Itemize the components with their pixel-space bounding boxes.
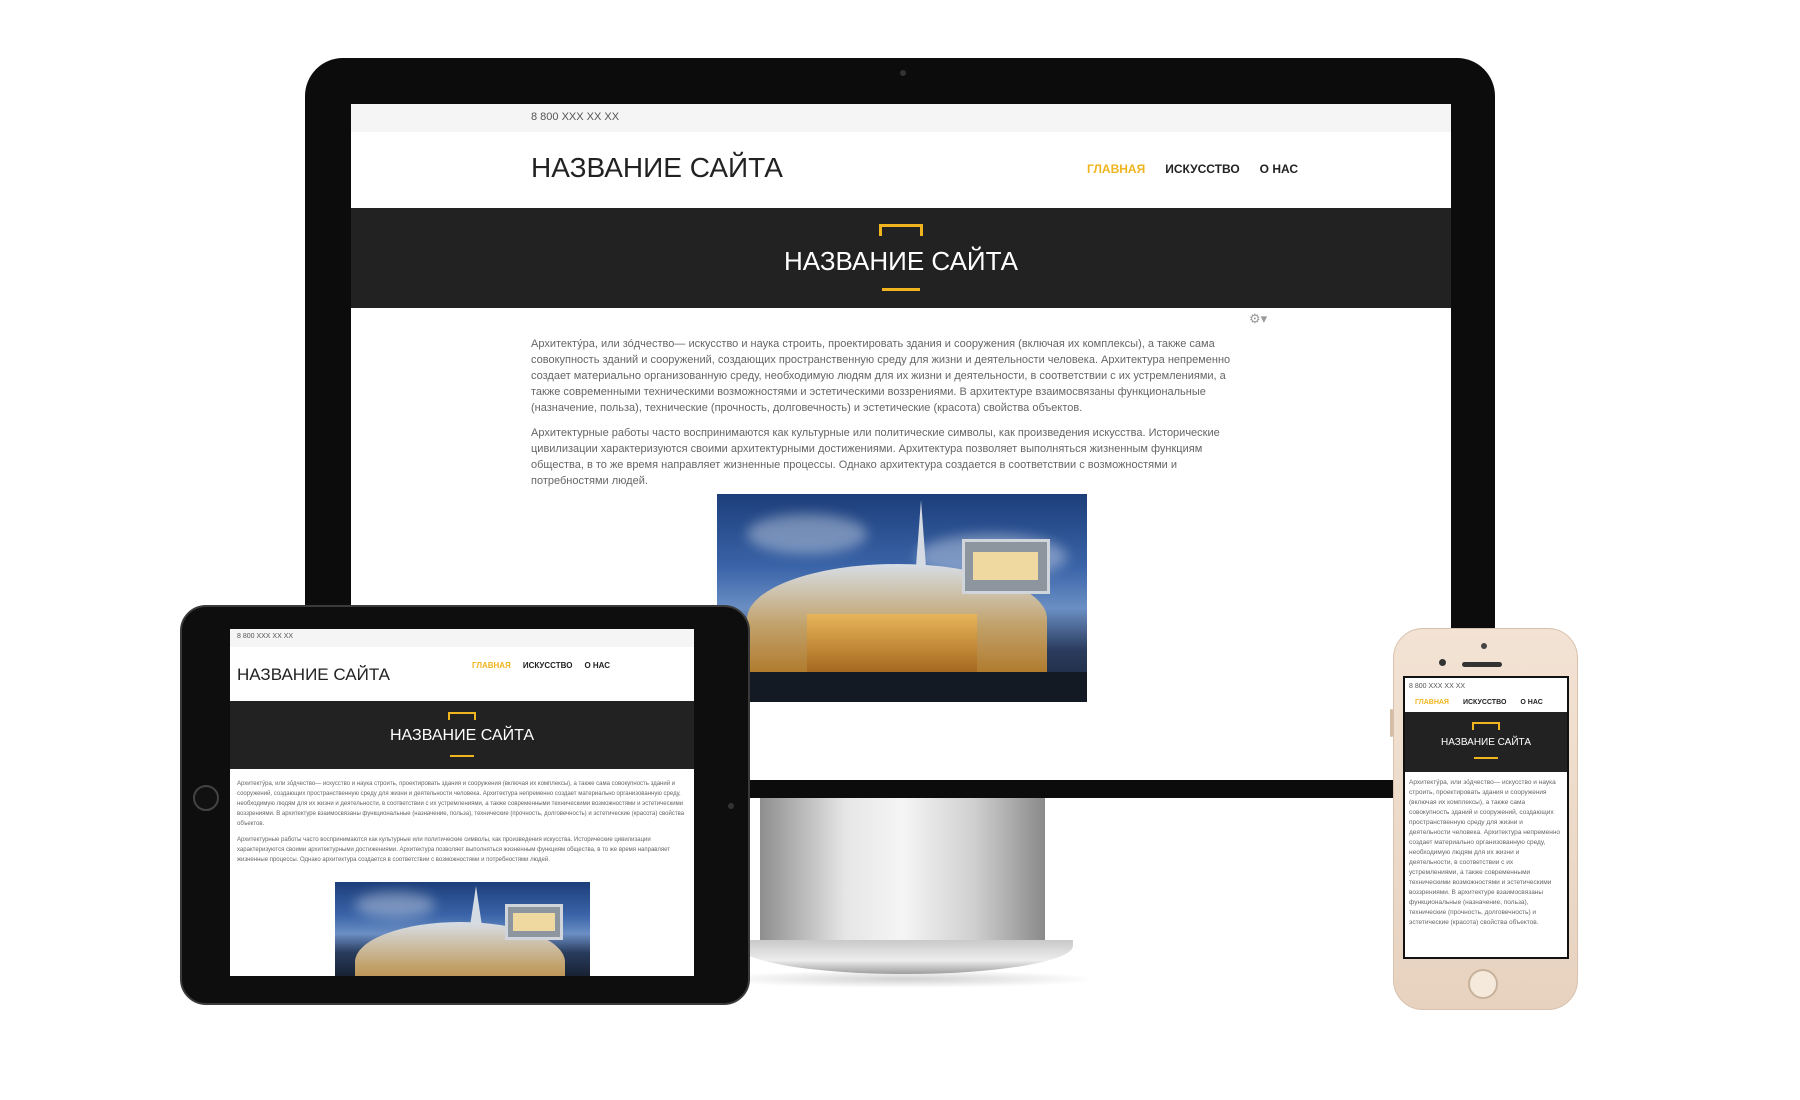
tablet-content: Архитекту́ра, или зо́дчество— искусство … — [237, 779, 687, 865]
phone-number: 8 800 XXX XX XX — [531, 111, 620, 123]
tablet-hero-bracket-top — [448, 712, 476, 720]
phone-speaker — [1462, 662, 1502, 667]
site-logo[interactable]: НАЗВАНИЕ САЙТА — [531, 152, 783, 184]
monitor-stand-base — [738, 940, 1073, 974]
phone-sensor — [1481, 643, 1487, 649]
topbar: 8 800 XXX XX XX — [351, 104, 1451, 132]
tablet-nav-item-art[interactable]: ИСКУССТВО — [523, 661, 573, 670]
tablet-site-logo[interactable]: НАЗВАНИЕ САЙТА — [237, 665, 390, 685]
phone-nav-item-about[interactable]: О НАС — [1520, 699, 1542, 706]
phone-nav-item-art[interactable]: ИСКУССТВО — [1463, 699, 1506, 706]
tablet-home-button — [193, 785, 219, 811]
hero-bracket-bottom — [882, 288, 920, 291]
nav-item-art[interactable]: ИСКУССТВО — [1165, 162, 1239, 176]
tablet-nav: ГЛАВНАЯ ИСКУССТВО О НАС — [472, 661, 610, 670]
content-area: Архитекту́ра, или зо́дчество— искусство … — [531, 336, 1253, 489]
tablet-paragraph-1: Архитекту́ра, или зо́дчество— искусство … — [237, 781, 685, 827]
tablet-hero: НАЗВАНИЕ САЙТА — [230, 701, 694, 769]
tablet-topbar: 8 800 XXX XX XX — [230, 629, 694, 647]
nav-item-about[interactable]: О НАС — [1260, 162, 1298, 176]
phone-header: ГЛАВНАЯ ИСКУССТВО О НАС — [1405, 696, 1567, 712]
hero-title: НАЗВАНИЕ САЙТА — [784, 246, 1018, 276]
phone-device: 8 800 XXX XX XX ГЛАВНАЯ ИСКУССТВО О НАС … — [1390, 628, 1578, 1010]
phone-topbar: 8 800 XXX XX XX — [1405, 678, 1567, 696]
site-header: НАЗВАНИЕ САЙТА ГЛАВНАЯ ИСКУССТВО О НАС — [351, 132, 1451, 208]
tablet-site: 8 800 XXX XX XX НАЗВАНИЕ САЙТА ГЛАВНАЯ И… — [230, 629, 694, 976]
tablet-hero-bracket-bottom — [450, 755, 474, 757]
phone-site: 8 800 XXX XX XX ГЛАВНАЯ ИСКУССТВО О НАС … — [1403, 676, 1569, 959]
nav-item-home[interactable]: ГЛАВНАЯ — [1087, 162, 1145, 176]
phone-home-button — [1468, 969, 1498, 999]
tablet-hero-title: НАЗВАНИЕ САЙТА — [390, 727, 534, 744]
paragraph-1: Архитекту́ра, или зо́дчество— искусство … — [531, 338, 1231, 414]
gear-icon: ⚙▾ — [1249, 311, 1268, 326]
hero-banner: НАЗВАНИЕ САЙТА — [351, 208, 1451, 308]
device-mockup-scene: 8 800 XXX XX XX НАЗВАНИЕ САЙТА ГЛАВНАЯ И… — [0, 0, 1800, 1100]
tablet-phone-number: 8 800 XXX XX XX — [237, 633, 294, 640]
phone-hero-bracket-top — [1472, 722, 1500, 730]
monitor-stand — [760, 798, 1045, 948]
tablet-device: 8 800 XXX XX XX НАЗВАНИЕ САЙТА ГЛАВНАЯ И… — [180, 605, 750, 1005]
phone-side-button — [1390, 709, 1393, 737]
tablet-header: НАЗВАНИЕ САЙТА ГЛАВНАЯ ИСКУССТВО О НАС — [230, 647, 694, 701]
phone-phone-number: 8 800 XXX XX XX — [1409, 683, 1466, 690]
tablet-nav-item-about[interactable]: О НАС — [584, 661, 610, 670]
tablet-nav-item-home[interactable]: ГЛАВНАЯ — [472, 661, 511, 670]
hero-bracket-top — [879, 224, 923, 236]
phone-hero-bracket-bottom — [1474, 757, 1498, 759]
phone-nav: ГЛАВНАЯ ИСКУССТВО О НАС — [1415, 699, 1543, 706]
tablet-architecture-photo — [335, 882, 590, 976]
paragraph-2: Архитектурные работы часто воспринимаютс… — [531, 427, 1220, 487]
phone-content: Архитекту́ра, или зо́дчество— искусство … — [1409, 778, 1563, 957]
tablet-paragraph-2: Архитектурные работы часто воспринимаютс… — [237, 837, 670, 863]
settings-toggle[interactable]: ⚙▾ — [1249, 311, 1267, 327]
monitor-camera — [900, 70, 906, 76]
main-nav: ГЛАВНАЯ ИСКУССТВО О НАС — [1087, 162, 1298, 176]
phone-hero: НАЗВАНИЕ САЙТА — [1405, 712, 1567, 772]
phone-front-camera — [1439, 659, 1446, 666]
phone-nav-item-home[interactable]: ГЛАВНАЯ — [1415, 699, 1449, 706]
phone-hero-title: НАЗВАНИЕ САЙТА — [1441, 737, 1531, 748]
phone-paragraph-1: Архитекту́ра, или зо́дчество— искусство … — [1409, 779, 1561, 926]
tablet-camera — [728, 803, 734, 809]
architecture-photo — [717, 494, 1087, 702]
